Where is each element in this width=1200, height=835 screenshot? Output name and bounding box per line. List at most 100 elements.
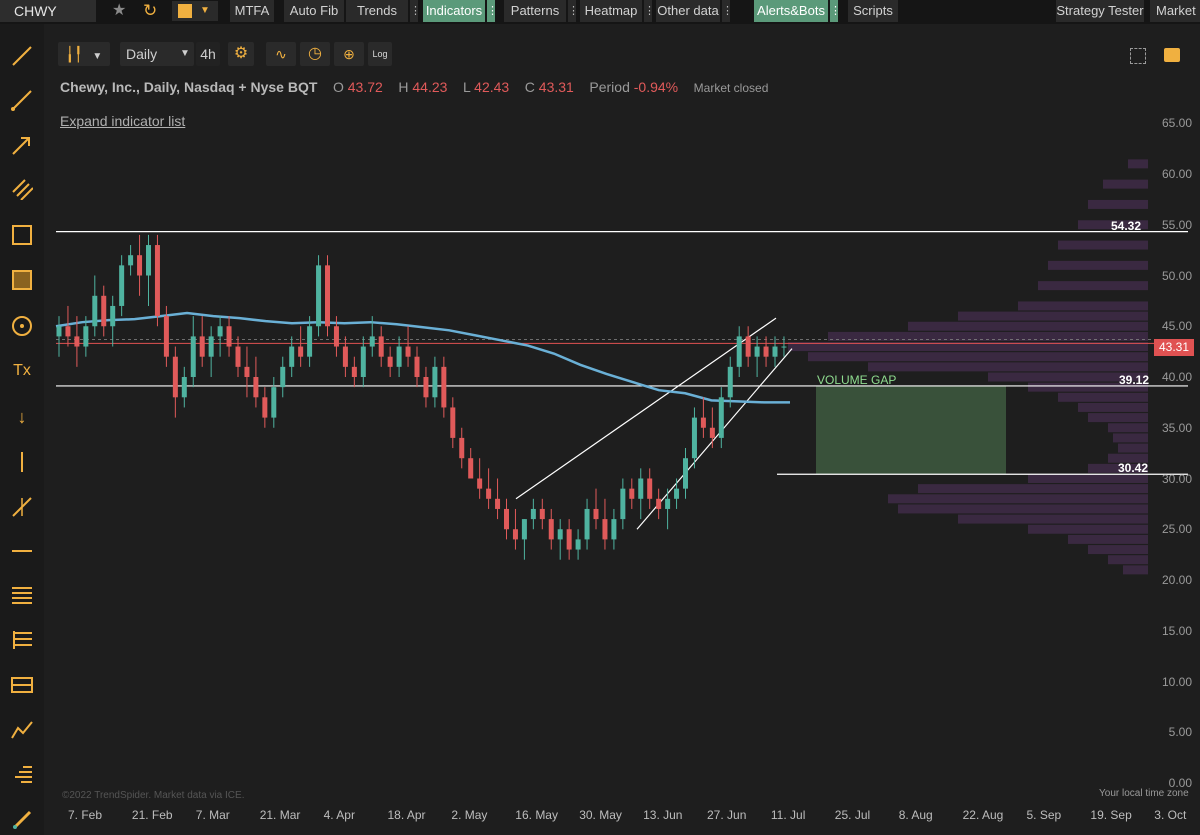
candle-body bbox=[683, 458, 688, 489]
color-swatch bbox=[178, 4, 192, 18]
x-tick-label: 18. Apr bbox=[387, 808, 426, 822]
candle-body bbox=[736, 336, 742, 367]
candle-body bbox=[638, 478, 644, 499]
candle-body bbox=[137, 255, 143, 276]
candle-body bbox=[727, 366, 733, 398]
candle-body bbox=[629, 488, 635, 499]
trendline-tool-icon[interactable] bbox=[8, 42, 36, 70]
patterns-button[interactable]: Patterns bbox=[504, 0, 566, 22]
alerts-bots-more-icon[interactable]: ⋮ bbox=[830, 0, 841, 22]
candle-body bbox=[74, 336, 80, 347]
candle-body bbox=[521, 519, 527, 540]
parallel-lines-tool-icon[interactable] bbox=[8, 671, 36, 699]
symbol-input[interactable]: CHWY bbox=[0, 0, 96, 22]
candle-body bbox=[718, 397, 724, 438]
favorite-star-icon[interactable]: ★ bbox=[112, 2, 128, 20]
filled-rectangle-tool-icon[interactable] bbox=[8, 266, 36, 294]
candle-body bbox=[486, 488, 492, 499]
x-tick-label: 30. May bbox=[579, 808, 622, 822]
horizontal-line-tool-icon[interactable] bbox=[8, 537, 36, 565]
x-tick-label: 7. Feb bbox=[68, 808, 103, 822]
y-tick-label: 65.00 bbox=[1161, 116, 1192, 131]
scripts-button[interactable]: Scripts bbox=[848, 0, 898, 22]
candle-body bbox=[575, 539, 581, 550]
volume-profile-tool-icon[interactable] bbox=[8, 761, 36, 789]
volume-profile-bar bbox=[958, 311, 1148, 321]
y-tick-label: 45.00 bbox=[1161, 319, 1192, 334]
candle-body bbox=[146, 245, 151, 276]
mtfa-button[interactable]: MTFA bbox=[230, 0, 274, 22]
other-data-more-icon[interactable]: ⋮ bbox=[722, 0, 733, 22]
candle-body bbox=[190, 336, 196, 377]
x-tick-label: 25. Jul bbox=[834, 808, 871, 822]
x-tick-label: 21. Mar bbox=[259, 808, 301, 822]
volume-profile-bar bbox=[1118, 443, 1148, 453]
volume-profile-bar bbox=[1123, 565, 1148, 575]
color-swatch-button[interactable]: ▼ bbox=[172, 1, 218, 21]
volume-profile-bar bbox=[1038, 281, 1148, 291]
candle-body bbox=[691, 417, 697, 459]
last-price-tag: 43.31 bbox=[1154, 339, 1194, 356]
y-tick-label: 5.00 bbox=[1168, 725, 1192, 740]
candle-body bbox=[504, 508, 509, 530]
candle-body bbox=[316, 265, 322, 327]
fib-extension-tool-icon[interactable] bbox=[8, 626, 36, 654]
market-scanner-button[interactable]: Market S bbox=[1150, 0, 1200, 22]
y-tick-label: 40.00 bbox=[1161, 370, 1192, 384]
pencil-tool-icon[interactable] bbox=[8, 805, 36, 833]
indicators-button[interactable]: Indicators bbox=[423, 0, 485, 22]
indicators-more-icon[interactable]: ⋮ bbox=[487, 0, 498, 22]
refresh-icon[interactable]: ↻ bbox=[143, 1, 161, 21]
level-label-lower: 30.42 bbox=[1118, 461, 1149, 475]
candle-body bbox=[709, 427, 715, 438]
rectangle-tool-icon[interactable] bbox=[8, 221, 36, 249]
level-label-mid: 39.12 bbox=[1119, 373, 1150, 387]
x-tick-label: 3. Oct bbox=[1154, 808, 1187, 822]
candle-body bbox=[620, 488, 626, 520]
candle-body bbox=[468, 458, 474, 479]
arrow-line-tool-icon[interactable] bbox=[8, 131, 36, 159]
candle-body bbox=[423, 377, 429, 398]
volume-profile-bar bbox=[808, 352, 1148, 362]
volume-profile-bar bbox=[918, 484, 1148, 494]
y-tick-label: 35.00 bbox=[1161, 420, 1192, 435]
x-tick-label: 21. Feb bbox=[131, 808, 173, 822]
circle-tool-icon[interactable] bbox=[8, 312, 36, 340]
candle-body bbox=[181, 377, 187, 398]
x-tick-label: 19. Sep bbox=[1090, 808, 1132, 822]
volume-profile-bar bbox=[1028, 474, 1148, 483]
candle-body bbox=[154, 245, 160, 317]
heatmap-more-icon[interactable]: ⋮ bbox=[644, 0, 655, 22]
candle-body bbox=[244, 366, 250, 377]
candle-body bbox=[92, 295, 98, 327]
polyline-tool-icon[interactable] bbox=[8, 716, 36, 744]
arrow-down-tool-icon[interactable]: ↓ bbox=[8, 403, 36, 431]
candle-body bbox=[593, 508, 599, 520]
patterns-more-icon[interactable]: ⋮ bbox=[568, 0, 579, 22]
fib-retracement-tool-icon[interactable] bbox=[8, 581, 36, 609]
candle-body bbox=[745, 336, 751, 357]
x-tick-label: 16. May bbox=[515, 808, 558, 822]
price-chart[interactable] bbox=[44, 24, 1200, 809]
ray-tool-icon[interactable] bbox=[8, 86, 36, 114]
auto-fib-button[interactable]: Auto Fib bbox=[284, 0, 344, 22]
x-tick-label: 2. May bbox=[451, 808, 488, 822]
candle-body bbox=[602, 519, 608, 540]
candle-body bbox=[199, 336, 205, 357]
x-tick-label: 27. Jun bbox=[707, 808, 747, 822]
text-tool-icon[interactable]: Tx bbox=[8, 357, 36, 385]
vertical-line-tool-icon[interactable] bbox=[8, 448, 36, 476]
channel-tool-icon[interactable] bbox=[8, 175, 36, 203]
other-data-button[interactable]: Other data bbox=[656, 0, 720, 22]
x-tick-label: 7. Mar bbox=[195, 808, 230, 822]
trends-more-icon[interactable]: ⋮ bbox=[410, 0, 421, 22]
alerts-bots-button[interactable]: Alerts&Bots bbox=[754, 0, 828, 22]
volume-profile-bar bbox=[1068, 534, 1148, 544]
trends-button[interactable]: Trends bbox=[346, 0, 408, 22]
volume-profile-bar bbox=[1128, 159, 1148, 169]
crosshair-line-tool-icon[interactable] bbox=[8, 493, 36, 521]
candle-body bbox=[459, 437, 465, 459]
heatmap-button[interactable]: Heatmap bbox=[580, 0, 642, 22]
volume-profile-bar bbox=[1088, 199, 1148, 209]
strategy-tester-button[interactable]: Strategy Tester bbox=[1056, 0, 1144, 22]
